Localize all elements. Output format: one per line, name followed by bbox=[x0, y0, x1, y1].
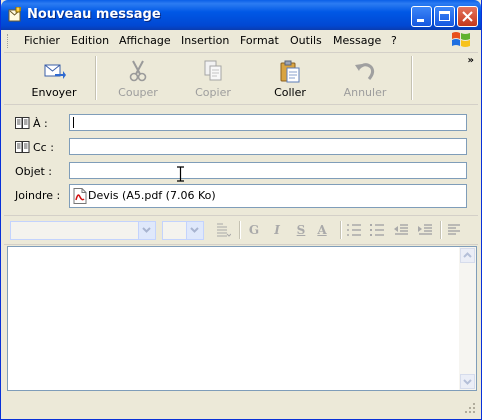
cut-label: Couper bbox=[118, 86, 158, 99]
cc-field[interactable] bbox=[69, 138, 467, 155]
decrease-indent-icon[interactable] bbox=[393, 222, 409, 238]
menu-help[interactable]: ? bbox=[391, 34, 397, 47]
menu-grip[interactable] bbox=[7, 34, 11, 48]
chevron-down-icon bbox=[190, 227, 199, 233]
toolbar-overflow-chevron[interactable]: » bbox=[468, 55, 474, 66]
format-separator bbox=[340, 221, 342, 239]
format-toolbar: G I S A bbox=[4, 215, 478, 245]
font-color-button[interactable]: A bbox=[314, 222, 330, 238]
copy-label: Copier bbox=[195, 86, 231, 99]
window-title: Nouveau message bbox=[27, 7, 161, 22]
align-left-icon[interactable] bbox=[447, 222, 463, 238]
bullet-list-icon[interactable] bbox=[369, 222, 385, 238]
scroll-up-button[interactable] bbox=[460, 248, 475, 263]
menu-message[interactable]: Message bbox=[333, 34, 381, 47]
subject-field[interactable] bbox=[69, 162, 467, 179]
message-body-editor[interactable] bbox=[7, 246, 477, 391]
menu-format[interactable]: Format bbox=[240, 34, 279, 47]
chevron-up-icon bbox=[463, 252, 472, 258]
new-message-window: Nouveau message Fichier Edition Affichag… bbox=[0, 0, 482, 420]
windows-logo-icon bbox=[452, 32, 470, 47]
toolbar-separator bbox=[411, 56, 413, 100]
title-bar[interactable]: Nouveau message bbox=[1, 0, 481, 30]
font-name-select[interactable] bbox=[10, 221, 156, 240]
close-button[interactable] bbox=[457, 6, 478, 27]
undo-label: Annuler bbox=[343, 86, 387, 99]
font-dropdown-button[interactable] bbox=[138, 222, 155, 239]
vertical-scrollbar[interactable] bbox=[459, 247, 476, 390]
font-size-select[interactable] bbox=[162, 221, 204, 240]
status-bar bbox=[4, 396, 478, 416]
scissors-icon bbox=[129, 60, 147, 82]
menu-fichier[interactable]: Fichier bbox=[24, 34, 60, 47]
paste-label: Coller bbox=[274, 86, 306, 99]
numbered-list-icon[interactable] bbox=[346, 222, 362, 238]
italic-button[interactable]: I bbox=[269, 222, 285, 238]
minimize-button[interactable] bbox=[411, 6, 432, 27]
address-book-icon bbox=[15, 117, 30, 129]
undo-button[interactable]: Annuler bbox=[335, 53, 395, 103]
address-book-icon bbox=[15, 141, 30, 153]
send-label: Envoyer bbox=[31, 86, 77, 99]
copy-icon bbox=[204, 60, 222, 81]
underline-button[interactable]: S bbox=[293, 222, 309, 238]
maximize-button[interactable] bbox=[434, 6, 455, 27]
format-separator bbox=[440, 221, 442, 239]
cut-button[interactable]: Couper bbox=[108, 53, 168, 103]
pdf-file-icon bbox=[73, 188, 87, 204]
resize-grip-icon[interactable] bbox=[464, 402, 476, 414]
subject-label: Objet : bbox=[15, 165, 52, 178]
send-icon bbox=[44, 64, 66, 79]
format-separator bbox=[239, 221, 241, 239]
toolbar-separator bbox=[95, 56, 97, 100]
menu-insertion[interactable]: Insertion bbox=[181, 34, 229, 47]
chevron-down-icon bbox=[142, 227, 151, 233]
new-message-icon bbox=[8, 7, 21, 22]
close-icon bbox=[462, 11, 473, 22]
chevron-down-icon bbox=[463, 379, 472, 385]
main-toolbar: Envoyer Couper Copier Coller Annuler » bbox=[4, 53, 478, 105]
menu-affichage[interactable]: Affichage bbox=[119, 34, 171, 47]
cc-label: Cc : bbox=[33, 141, 54, 154]
menu-outils[interactable]: Outils bbox=[290, 34, 322, 47]
bold-button[interactable]: G bbox=[246, 222, 262, 238]
size-dropdown-button[interactable] bbox=[186, 222, 203, 239]
minimize-icon bbox=[417, 19, 424, 22]
menu-bar: Fichier Edition Affichage Insertion Form… bbox=[4, 30, 478, 53]
text-cursor-icon bbox=[177, 166, 184, 182]
attach-label: Joindre : bbox=[15, 189, 61, 202]
undo-icon bbox=[355, 63, 375, 80]
to-label-button[interactable]: À : bbox=[15, 117, 48, 130]
menu-edition[interactable]: Edition bbox=[71, 34, 109, 47]
text-caret bbox=[73, 117, 74, 128]
cc-label-button[interactable]: Cc : bbox=[15, 141, 54, 154]
to-field[interactable] bbox=[69, 114, 467, 131]
attachment-item[interactable]: Devis (A5.pdf (7.06 Ko) bbox=[88, 189, 216, 202]
paragraph-style-icon[interactable] bbox=[215, 222, 231, 238]
attachments-field[interactable]: Devis (A5.pdf (7.06 Ko) bbox=[69, 184, 467, 208]
paste-icon bbox=[280, 60, 300, 83]
copy-button[interactable]: Copier bbox=[183, 53, 243, 103]
scroll-down-button[interactable] bbox=[460, 374, 475, 389]
increase-indent-icon[interactable] bbox=[417, 222, 433, 238]
send-button[interactable]: Envoyer bbox=[24, 53, 84, 103]
maximize-icon bbox=[439, 11, 450, 21]
paste-button[interactable]: Coller bbox=[260, 53, 320, 103]
to-label: À : bbox=[33, 117, 48, 130]
